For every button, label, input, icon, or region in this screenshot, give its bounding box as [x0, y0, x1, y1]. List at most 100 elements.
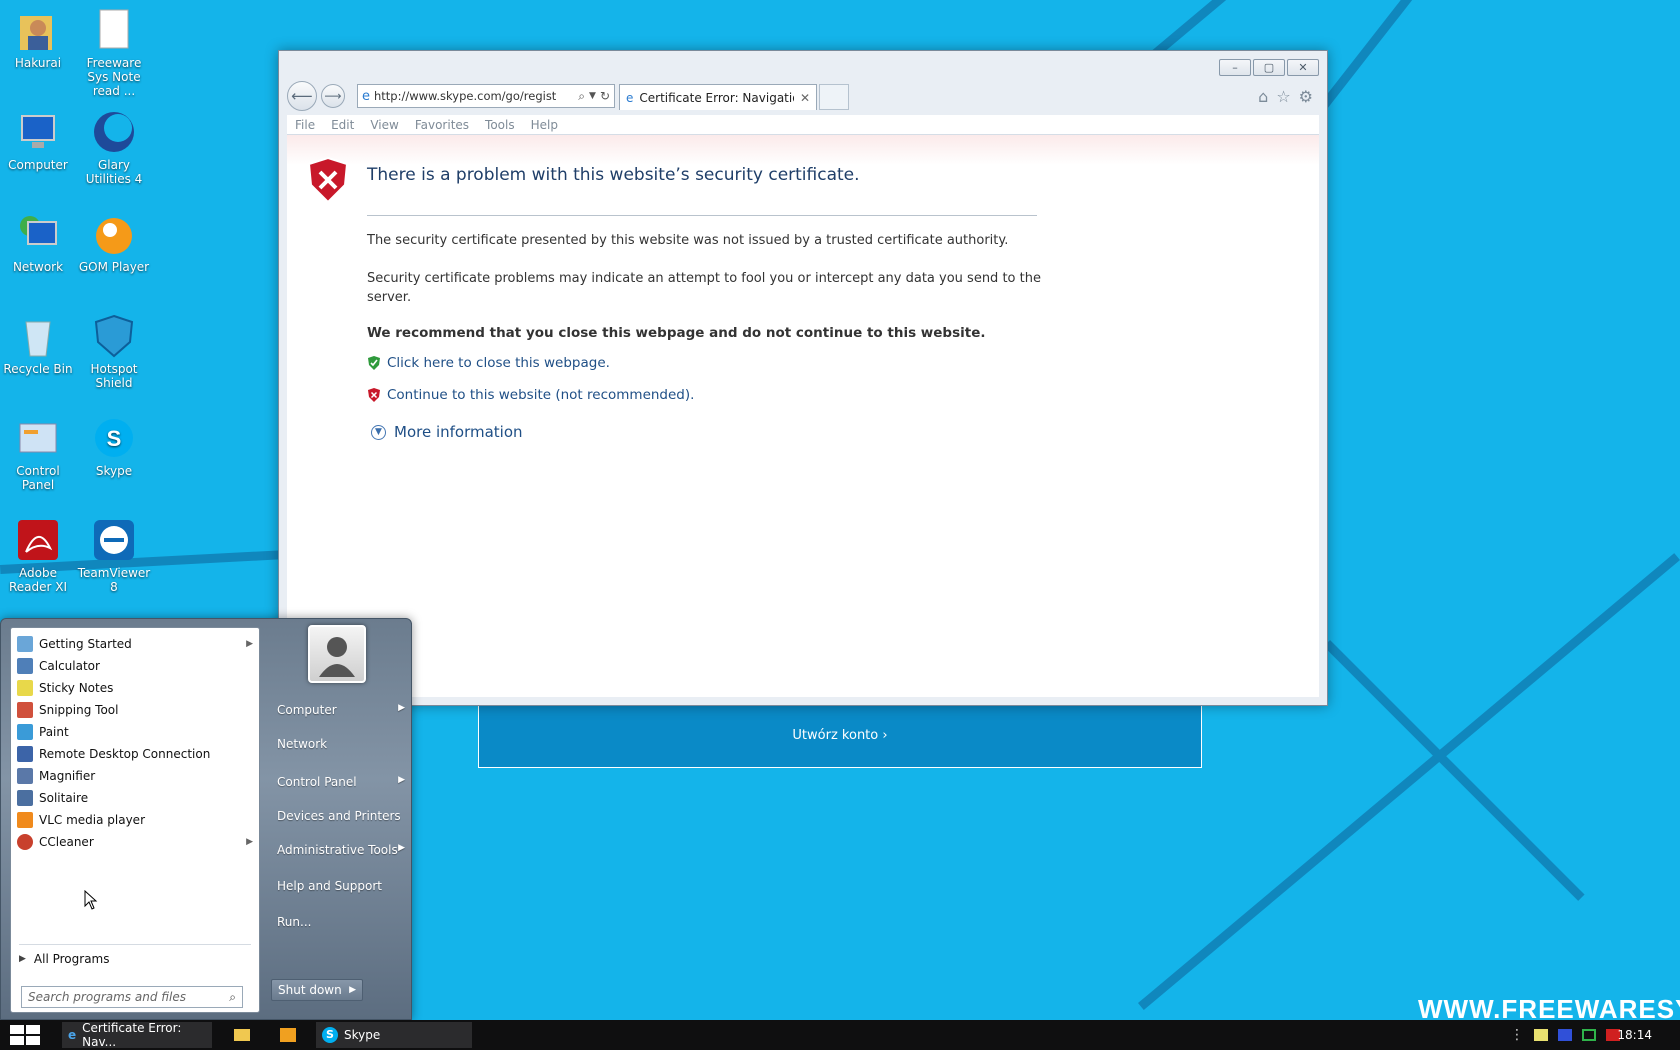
taskbar-item-ie[interactable]: e Certificate Error: Nav... [62, 1021, 212, 1049]
program-ccleaner[interactable]: CCleaner ▶ [15, 831, 253, 853]
teamviewer-icon [92, 518, 136, 562]
forward-button[interactable]: ⟶ [321, 84, 345, 108]
search-icon: ⌕ [229, 989, 236, 1004]
create-account-button[interactable]: Utwórz konto › [479, 728, 1201, 743]
desktop-icon-skype[interactable]: S Skype [76, 416, 152, 478]
start-item-administrative-tools[interactable]: Administrative Tools ▶ [277, 843, 405, 857]
action-center-flag-icon[interactable] [1558, 1029, 1572, 1041]
shutdown-button[interactable]: Shut down ▶ [271, 979, 363, 1001]
desktop-icon-glary[interactable]: Glary Utilities 4 [76, 110, 152, 186]
start-menu: Getting Started ▶ Calculator Sticky Notes… [0, 618, 412, 1020]
all-programs-button[interactable]: ▶ All Programs [19, 952, 110, 966]
divider [367, 215, 1037, 216]
gear-icon[interactable]: ⚙ [1299, 87, 1313, 106]
program-remote-desktop[interactable]: Remote Desktop Connection [15, 743, 253, 765]
desktop-icon-hotspot-shield[interactable]: Hotspot Shield [76, 314, 152, 390]
program-calculator[interactable]: Calculator [15, 655, 253, 677]
tab-certificate-error[interactable]: e Certificate Error: Navigatio... ✕ [619, 84, 817, 110]
chevron-down-icon: ▼ [371, 424, 386, 440]
menu-view[interactable]: View [362, 115, 406, 134]
desktop-icon-gom[interactable]: GOM Player [76, 212, 152, 274]
taskbar-clock[interactable]: 18:14 [1617, 1028, 1652, 1042]
more-information-toggle[interactable]: ▼ More information [371, 423, 523, 441]
address-bar[interactable]: e http://www.skype.com/go/regist ⌕ ▼ ↻ [357, 84, 615, 108]
desktop-icon-computer[interactable]: Computer [0, 110, 76, 172]
sticky-notes-icon [17, 680, 33, 696]
continue-website-link[interactable]: Continue to this website (not recommende… [367, 387, 694, 403]
address-url: http://www.skype.com/go/regist [374, 89, 557, 103]
ccleaner-icon [17, 834, 33, 850]
menu-help[interactable]: Help [523, 115, 566, 134]
start-item-devices-printers[interactable]: Devices and Printers [277, 809, 405, 823]
divider [19, 944, 251, 945]
desktop-icon-recycle-bin[interactable]: Recycle Bin [0, 314, 76, 376]
toolbar-icons: ⌂ ☆ ⚙ [1258, 87, 1313, 106]
desktop-icon-hakurai[interactable]: Hakurai [0, 8, 76, 70]
maximize-button[interactable]: ▢ [1253, 59, 1285, 76]
user-avatar[interactable] [308, 625, 366, 683]
submenu-arrow-icon: ▶ [398, 703, 405, 713]
home-icon[interactable]: ⌂ [1258, 87, 1268, 106]
refresh-icon[interactable]: ↻ [600, 89, 610, 103]
taskbar-item-explorer[interactable] [228, 1022, 258, 1048]
back-button[interactable]: ⟵ [287, 81, 317, 111]
menu-tools[interactable]: Tools [477, 115, 523, 134]
close-webpage-link[interactable]: Click here to close this webpage. [367, 355, 610, 371]
menu-file[interactable]: File [287, 115, 323, 134]
start-item-network[interactable]: Network [277, 737, 405, 751]
program-paint[interactable]: Paint [15, 721, 253, 743]
new-tab-button[interactable] [819, 84, 849, 110]
taskbar-item-skype[interactable]: S Skype [316, 1022, 472, 1048]
windows-logo-icon [10, 1025, 40, 1045]
close-window-button[interactable]: ✕ [1287, 59, 1319, 76]
paragraph-untrusted: The security certificate presented by th… [367, 233, 1009, 248]
program-snipping-tool[interactable]: Snipping Tool [15, 699, 253, 721]
program-sticky-notes[interactable]: Sticky Notes [15, 677, 253, 699]
program-getting-started[interactable]: Getting Started ▶ [15, 633, 253, 655]
green-shield-icon [368, 356, 380, 370]
shield-icon [92, 314, 136, 358]
start-menu-programs-pane: Getting Started ▶ Calculator Sticky Notes… [10, 627, 260, 1013]
vlc-icon [17, 812, 33, 828]
network-icon [16, 212, 60, 256]
desktop-icon-adobe-reader[interactable]: Adobe Reader XI [0, 518, 76, 594]
submenu-arrow-icon: ▶ [246, 837, 253, 847]
recycle-bin-icon [16, 314, 60, 358]
ie-page-icon: e [362, 88, 370, 104]
overflow-dots-icon[interactable]: ⋮ [1510, 1027, 1524, 1043]
red-shield-icon [368, 388, 380, 402]
program-vlc[interactable]: VLC media player [15, 809, 253, 831]
network-tray-icon[interactable] [1582, 1029, 1596, 1041]
close-tab-icon[interactable]: ✕ [800, 91, 810, 105]
menu-favorites[interactable]: Favorites [407, 115, 477, 134]
start-item-computer[interactable]: Computer ▶ [277, 703, 405, 717]
start-item-control-panel[interactable]: Control Panel ▶ [277, 775, 405, 789]
magnifier-icon [17, 768, 33, 784]
program-solitaire[interactable]: Solitaire [15, 787, 253, 809]
submenu-arrow-icon: ▶ [246, 639, 253, 649]
desktop-icon-teamviewer[interactable]: TeamViewer 8 [76, 518, 152, 594]
page-content: There is a problem with this website’s s… [287, 135, 1319, 697]
glary-utilities-icon [92, 110, 136, 154]
chevron-right-icon: ▶ [19, 954, 26, 964]
start-item-help-support[interactable]: Help and Support [277, 879, 405, 893]
start-item-run[interactable]: Run... [277, 915, 405, 929]
start-search-input[interactable]: Search programs and files ⌕ [21, 986, 243, 1008]
desktop-icon-control-panel[interactable]: Control Panel [0, 416, 76, 492]
notes-tray-icon[interactable] [1534, 1029, 1548, 1041]
start-button[interactable] [6, 1023, 46, 1047]
submenu-arrow-icon: ▶ [398, 775, 405, 785]
paragraph-warning: Security certificate problems may indica… [367, 271, 1041, 305]
program-magnifier[interactable]: Magnifier [15, 765, 253, 787]
menu-edit[interactable]: Edit [323, 115, 362, 134]
computer-icon [16, 110, 60, 154]
search-icon[interactable]: ⌕ [578, 89, 585, 104]
taskbar-item-media[interactable] [274, 1022, 304, 1048]
minimize-button[interactable]: – [1219, 59, 1251, 76]
chevron-right-icon[interactable]: ▶ [349, 985, 356, 995]
favorites-star-icon[interactable]: ☆ [1276, 87, 1290, 106]
desktop-icon-network[interactable]: Network [0, 212, 76, 274]
folder-user-icon [16, 8, 60, 52]
dropdown-arrow-icon[interactable]: ▼ [589, 91, 596, 101]
desktop-icon-freeware-note[interactable]: Freeware Sys Note read ... [76, 8, 152, 98]
